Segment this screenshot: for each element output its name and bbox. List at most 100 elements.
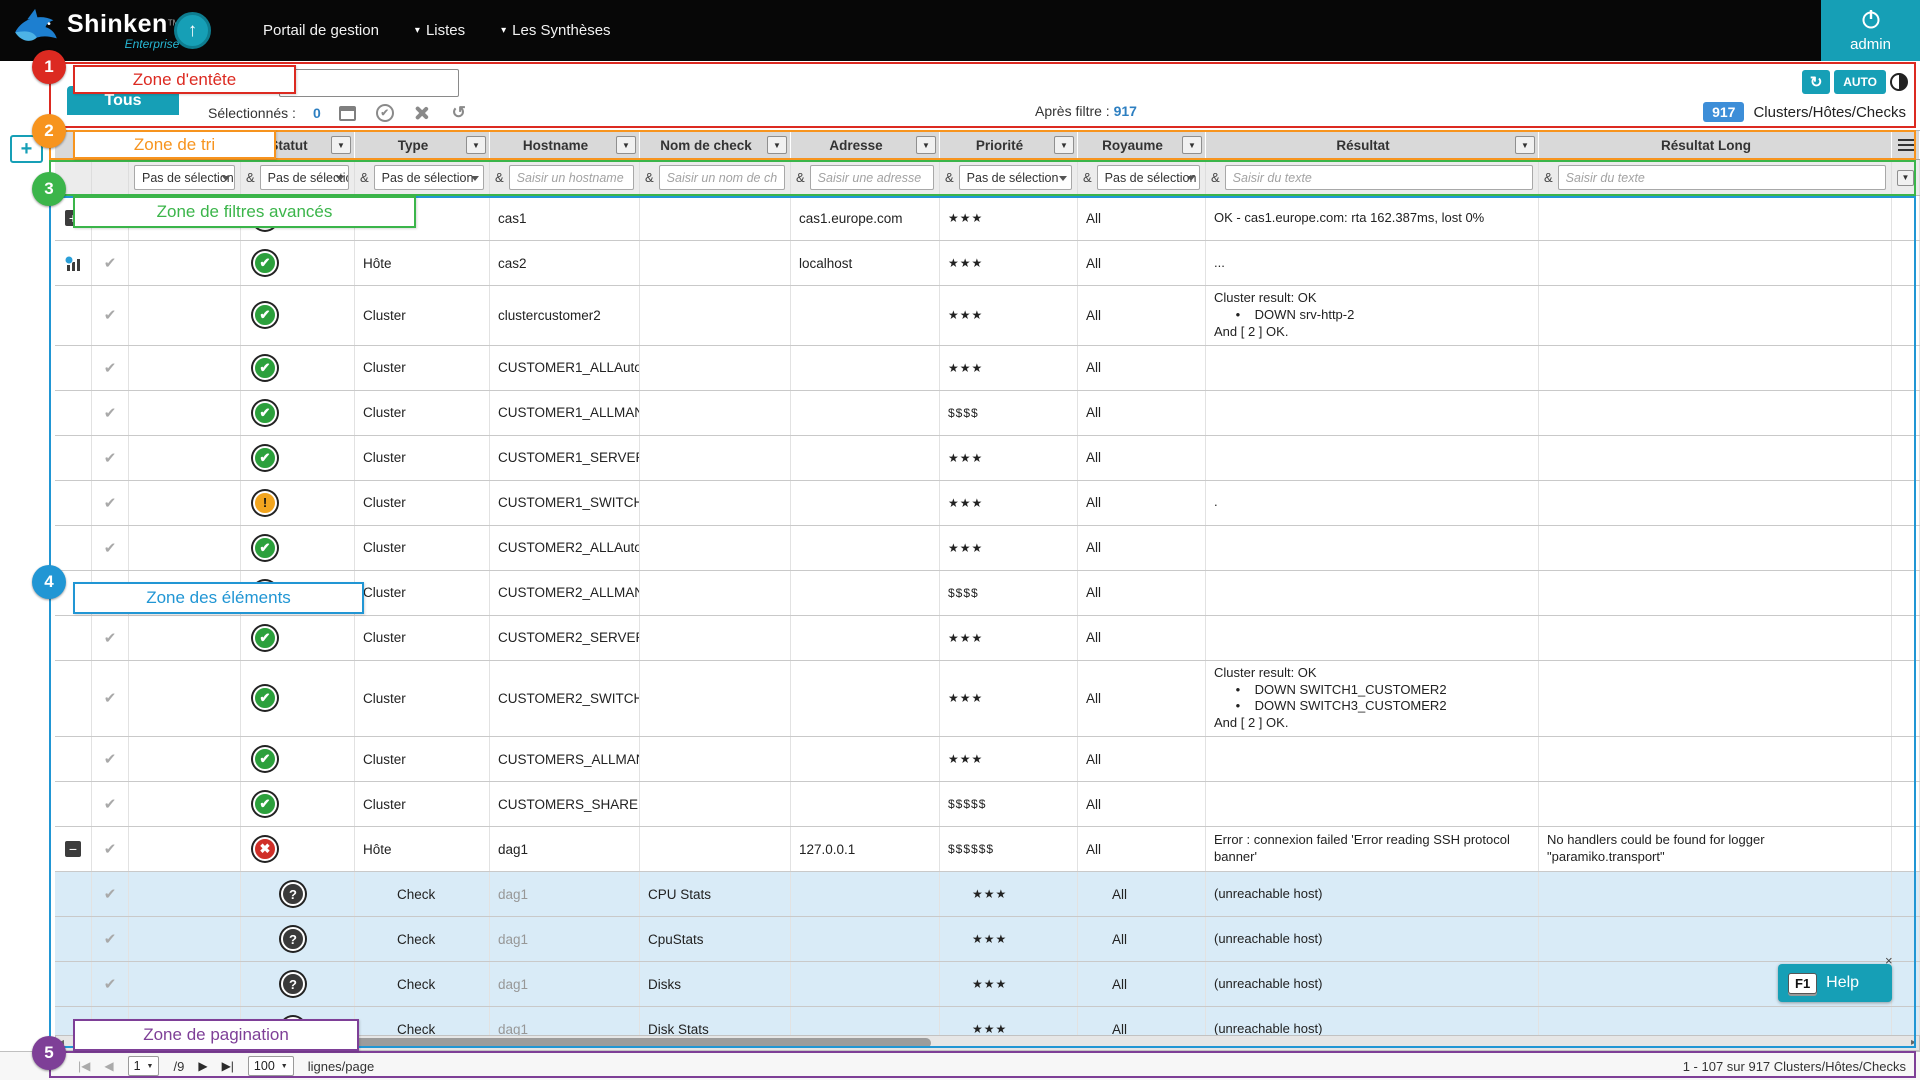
cell-row-checkbox[interactable]: ✔ xyxy=(92,391,129,435)
cell-row-checkbox[interactable]: ✔ xyxy=(92,917,129,961)
column-header-adresse[interactable]: Adresse▼ xyxy=(791,131,940,159)
filter-check-input[interactable] xyxy=(659,165,785,190)
cell-expander[interactable] xyxy=(55,917,92,961)
table-row[interactable]: ✔ ✔ Cluster CUSTOMER2_SWITCH ★★★ All Clu… xyxy=(55,661,1920,738)
cell-adresse xyxy=(791,1007,940,1035)
sort-caret-icon[interactable]: ▼ xyxy=(916,136,936,154)
sort-caret-icon[interactable]: ▼ xyxy=(1182,136,1202,154)
column-header-resultat-long[interactable]: Résultat Long xyxy=(1539,131,1892,159)
column-header-priorite[interactable]: Priorité▼ xyxy=(940,131,1078,159)
filter-priorite-select[interactable]: Pas de sélection xyxy=(959,165,1072,190)
column-header-hostname[interactable]: Hostname▼ xyxy=(490,131,640,159)
filter-statut-select[interactable]: Pas de sélection xyxy=(260,165,349,190)
cell-row-checkbox[interactable]: ✔ xyxy=(92,782,129,826)
filter-type-select[interactable]: Pas de sélection xyxy=(374,165,484,190)
cell-expander[interactable] xyxy=(55,737,92,781)
cell-row-checkbox[interactable]: ✔ xyxy=(92,436,129,480)
table-row[interactable]: ✔ ! Cluster CUSTOMER1_SWITCH ★★★ All . xyxy=(55,481,1920,526)
column-header-nom-de-check[interactable]: Nom de check▼ xyxy=(640,131,791,159)
table-row[interactable]: ✔ ✔ Cluster CUSTOMERS_SHARED $$$$$ All xyxy=(55,782,1920,827)
table-row[interactable]: ✔ ✔ Cluster CUSTOMER2_SERVERS ★★★ All xyxy=(55,616,1920,661)
cell-row-checkbox[interactable]: ✔ xyxy=(92,962,129,1006)
sort-caret-icon[interactable]: ▼ xyxy=(466,136,486,154)
metrics-icon[interactable] xyxy=(64,255,82,272)
menu-item-syntheses[interactable]: ▾Les Synthèses xyxy=(488,12,623,49)
table-row[interactable]: ✔ ✔ Hôte cas2 localhost ★★★ All ... xyxy=(55,241,1920,286)
table-row[interactable]: ✔ ✔ Cluster CUSTOMER1_ALLMANU $$$$ All xyxy=(55,391,1920,436)
sort-caret-icon[interactable]: ▼ xyxy=(1054,136,1074,154)
cell-row-checkbox[interactable]: ✔ xyxy=(92,481,129,525)
auto-refresh-button[interactable]: AUTO xyxy=(1834,70,1886,94)
cell-expander[interactable] xyxy=(55,436,92,480)
cell-expander[interactable] xyxy=(55,526,92,570)
sort-caret-icon[interactable]: ▼ xyxy=(616,136,636,154)
cell-row-checkbox[interactable]: ✔ xyxy=(92,616,129,660)
filter-menu-icon[interactable]: ▼ xyxy=(1897,170,1914,186)
cell-type: Cluster xyxy=(355,436,490,480)
cell-expander[interactable] xyxy=(55,661,92,737)
table-row[interactable]: ✔ ? Check dag1 Disks ★★★ All (unreachabl… xyxy=(55,962,1920,1007)
cell-row-checkbox[interactable]: ✔ xyxy=(92,241,129,285)
table-row[interactable]: ✔ ? Check dag1 CPU Stats ★★★ All (unreac… xyxy=(55,872,1920,917)
tools-icon[interactable] xyxy=(412,103,432,123)
cell-expander[interactable] xyxy=(55,286,92,345)
column-menu-button[interactable] xyxy=(1892,131,1920,159)
table-row[interactable]: ✔ ✔ Cluster CUSTOMER1_SERVERS ★★★ All xyxy=(55,436,1920,481)
filter-resultat-input[interactable] xyxy=(1225,165,1533,190)
cell-expander[interactable] xyxy=(55,391,92,435)
cell-expander[interactable] xyxy=(55,346,92,390)
user-menu[interactable]: admin xyxy=(1821,0,1920,61)
per-page-select[interactable]: 100▼ xyxy=(248,1056,294,1076)
filter-hostname-input[interactable] xyxy=(509,165,634,190)
filter-adresse-input[interactable] xyxy=(810,165,934,190)
cell-expander[interactable] xyxy=(55,616,92,660)
column-header-type[interactable]: Type▼ xyxy=(355,131,490,159)
column-header-royaume[interactable]: Royaume▼ xyxy=(1078,131,1206,159)
cell-expander[interactable] xyxy=(55,872,92,916)
menu-item-portail[interactable]: Portail de gestion xyxy=(250,12,392,49)
filter-resultat-long-input[interactable] xyxy=(1558,165,1886,190)
help-widget[interactable]: F1 Help xyxy=(1778,964,1892,1002)
acknowledge-icon[interactable]: ✔ xyxy=(375,103,395,123)
sort-caret-icon[interactable]: ▼ xyxy=(1515,136,1535,154)
annotation-number-2: 2 xyxy=(32,114,66,148)
menu-item-listes[interactable]: ▾Listes xyxy=(402,12,478,49)
scroll-top-button[interactable]: ↑ xyxy=(174,12,211,49)
cell-expander[interactable] xyxy=(55,481,92,525)
filter-royaume-select[interactable]: Pas de sélection xyxy=(1097,165,1200,190)
cell-row-checkbox[interactable]: ✔ xyxy=(92,737,129,781)
cell-row-checkbox[interactable]: ✔ xyxy=(92,526,129,570)
dark-mode-icon[interactable] xyxy=(1890,73,1908,91)
cell-row-checkbox[interactable]: ✔ xyxy=(92,286,129,345)
last-page-button[interactable]: ▶| xyxy=(222,1059,234,1073)
view-name-input[interactable] xyxy=(279,69,459,97)
help-close-icon[interactable]: × xyxy=(1885,953,1893,968)
next-page-button[interactable]: ▶ xyxy=(198,1059,207,1073)
cell-row-checkbox[interactable]: ✔ xyxy=(92,346,129,390)
refresh-button[interactable]: ↻ xyxy=(1802,70,1830,94)
collapse-icon[interactable]: − xyxy=(65,841,81,857)
scroll-right-icon[interactable]: ▸ xyxy=(1911,1036,1916,1050)
cell-expander[interactable] xyxy=(55,241,92,285)
cell-row-checkbox[interactable]: ✔ xyxy=(92,661,129,737)
sort-caret-icon[interactable]: ▼ xyxy=(767,136,787,154)
filter-extra-select[interactable]: Pas de sélection xyxy=(134,165,235,190)
first-page-button[interactable]: |◀ xyxy=(78,1059,90,1073)
page-select[interactable]: 1▼ xyxy=(128,1056,160,1076)
column-header-resultat[interactable]: Résultat▼ xyxy=(1206,131,1539,159)
cell-row-checkbox[interactable]: ✔ xyxy=(92,872,129,916)
reset-icon[interactable]: ↺ xyxy=(449,103,469,123)
table-row[interactable]: ✔ ✔ Cluster CUSTOMER1_ALLAuto ★★★ All xyxy=(55,346,1920,391)
sort-caret-icon[interactable]: ▼ xyxy=(331,136,351,154)
prev-page-button[interactable]: ◀ xyxy=(104,1059,113,1073)
cell-row-checkbox[interactable]: ✔ xyxy=(92,827,129,871)
table-row[interactable]: ✔ ? Check dag1 CpuStats ★★★ All (unreach… xyxy=(55,917,1920,962)
table-row[interactable]: ✔ ✔ Cluster clustercustomer2 ★★★ All Clu… xyxy=(55,286,1920,346)
table-row[interactable]: ✔ ✔ Cluster CUSTOMER2_ALLAuto ★★★ All xyxy=(55,526,1920,571)
calendar-icon[interactable] xyxy=(338,103,358,123)
cell-expander[interactable]: − xyxy=(55,827,92,871)
table-row[interactable]: − ✔ ✖ Hôte dag1 127.0.0.1 $$$$$$ All Err… xyxy=(55,827,1920,872)
cell-expander[interactable] xyxy=(55,782,92,826)
cell-expander[interactable] xyxy=(55,962,92,1006)
table-row[interactable]: ✔ ✔ Cluster CUSTOMERS_ALLMANU ★★★ All xyxy=(55,737,1920,782)
